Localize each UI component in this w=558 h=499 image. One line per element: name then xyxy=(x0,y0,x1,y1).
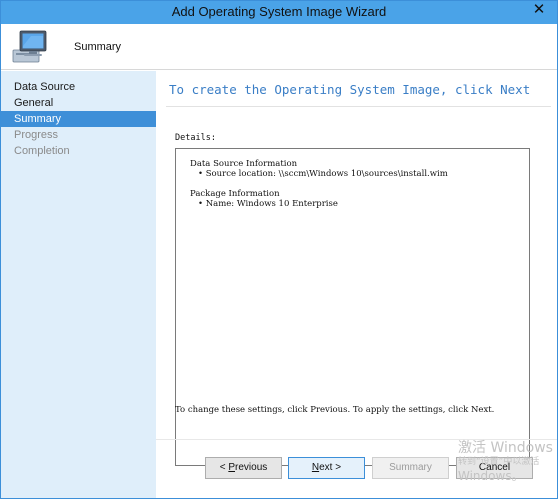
next-button[interactable]: Next > xyxy=(288,457,365,479)
details-text-box[interactable]: Data Source Information • Source locatio… xyxy=(175,148,530,466)
source-location-item: • Source location: \\sccm\Windows 10\sou… xyxy=(198,169,448,179)
wizard-window: Add Operating System Image Wizard ✕ Summ… xyxy=(0,0,558,499)
next-label: ext > xyxy=(319,462,342,473)
nav-step-summary[interactable]: Summary xyxy=(1,111,156,127)
nav-step-completion: Completion xyxy=(14,145,70,157)
nav-step-progress: Progress xyxy=(14,129,59,141)
details-label: Details: xyxy=(175,133,216,143)
wizard-header: Summary xyxy=(1,24,557,70)
package-name-item: • Name: Windows 10 Enterprise xyxy=(198,199,338,209)
computer-icon xyxy=(12,30,47,63)
cancel-button[interactable]: Cancel xyxy=(456,457,533,479)
footer-divider xyxy=(156,439,557,440)
previous-button[interactable]: < Previous xyxy=(205,457,282,479)
title-bar[interactable]: Add Operating System Image Wizard ✕ xyxy=(1,1,557,24)
window-title: Add Operating System Image Wizard xyxy=(171,4,387,19)
content-pane: To create the Operating System Image, cl… xyxy=(156,71,557,498)
previous-label: revious xyxy=(235,462,268,473)
package-info-title: Package Information xyxy=(190,189,280,199)
close-icon[interactable]: ✕ xyxy=(527,1,551,19)
previous-access-key: P xyxy=(228,462,236,473)
settings-hint: To change these settings, click Previous… xyxy=(175,405,495,415)
summary-button: Summary xyxy=(372,457,449,479)
nav-step-general[interactable]: General xyxy=(1,95,156,111)
wizard-steps-nav: Data Source General Summary Progress Com… xyxy=(1,71,156,498)
nav-step-data-source[interactable]: Data Source xyxy=(1,79,156,95)
data-source-info-title: Data Source Information xyxy=(190,159,298,169)
content-heading: To create the Operating System Image, cl… xyxy=(169,82,531,97)
heading-divider xyxy=(166,106,551,107)
page-title: Summary xyxy=(74,41,122,53)
